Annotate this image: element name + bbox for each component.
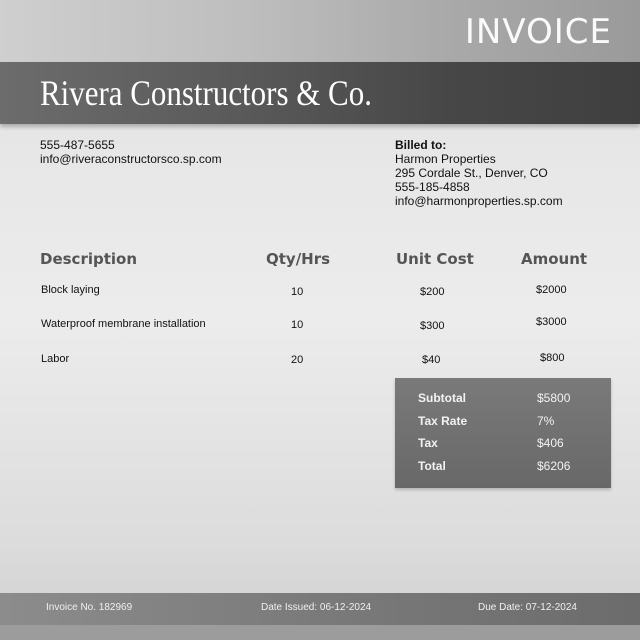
client-address: 295 Cordale St., Denver, CO xyxy=(395,166,548,180)
row-2-amount: $3000 xyxy=(536,316,567,328)
row-1-description: Block laying xyxy=(41,284,100,296)
summary-box: Subtotal $5800 Tax Rate 7% Tax $406 Tota… xyxy=(395,378,611,488)
row-3-amount: $800 xyxy=(540,352,565,364)
row-3-qty: 20 xyxy=(291,354,304,366)
client-email: info@harmonproperties.sp.com xyxy=(395,194,563,208)
row-3-description: Labor xyxy=(41,353,70,365)
company-contact: 555-487-5655 info@riveraconstructorsco.s… xyxy=(40,138,222,166)
row-1-qty: 10 xyxy=(291,286,304,298)
company-name: Rivera Constructors & Co. xyxy=(40,73,372,113)
tax-value: $406 xyxy=(537,436,564,450)
invoice-number: Invoice No. 182969 xyxy=(46,602,133,613)
row-1-amount: $2000 xyxy=(536,284,567,296)
total-value: $6206 xyxy=(537,459,571,473)
row-2-unit-cost: $300 xyxy=(420,320,445,332)
header-amount: Amount xyxy=(521,250,588,268)
billed-to-block: Billed to: Harmon Properties 295 Cordale… xyxy=(395,138,563,208)
invoice-title: INVOICE xyxy=(464,12,612,52)
date-issued: Date Issued: 06-12-2024 xyxy=(261,602,372,613)
client-phone: 555-185-4858 xyxy=(395,180,470,194)
tax-rate-label: Tax Rate xyxy=(418,414,468,428)
client-name: Harmon Properties xyxy=(395,152,496,166)
header-unit-cost: Unit Cost xyxy=(396,250,474,268)
subtotal-value: $5800 xyxy=(537,391,571,405)
due-date: Due Date: 07-12-2024 xyxy=(478,602,577,613)
header-description: Description xyxy=(40,250,138,268)
tax-label: Tax xyxy=(418,436,438,450)
row-3-unit-cost: $40 xyxy=(422,354,441,366)
row-2-qty: 10 xyxy=(291,319,304,331)
header-qty: Qty/Hrs xyxy=(266,250,331,268)
total-label: Total xyxy=(418,459,446,473)
subtotal-label: Subtotal xyxy=(418,391,466,405)
footer-bottom-strip xyxy=(0,625,640,640)
company-email: info@riveraconstructorsco.sp.com xyxy=(40,152,222,166)
row-2-description: Waterproof membrane installation xyxy=(41,318,206,330)
tax-rate-value: 7% xyxy=(537,414,555,428)
billed-to-label: Billed to: xyxy=(395,138,447,152)
company-phone: 555-487-5655 xyxy=(40,138,115,152)
row-1-unit-cost: $200 xyxy=(420,286,445,298)
